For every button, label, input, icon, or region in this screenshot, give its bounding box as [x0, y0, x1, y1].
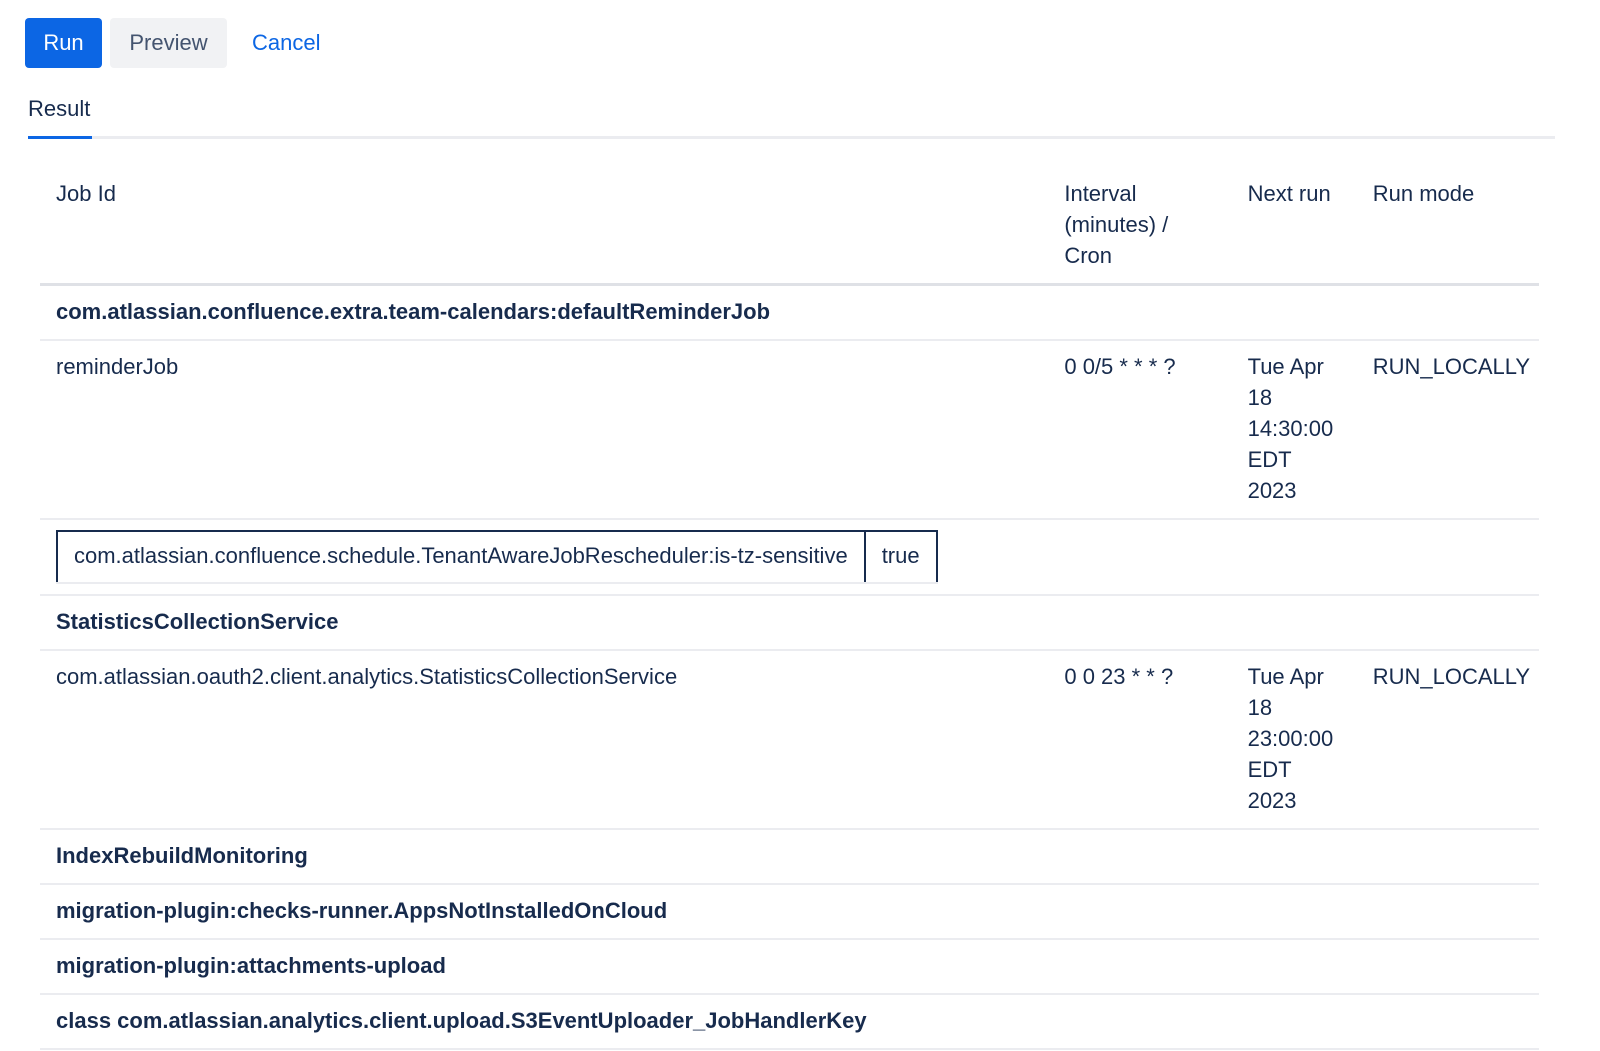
job-group-row: IndexRebuildMonitoring: [40, 829, 1539, 885]
next-run-line: 2023: [1247, 478, 1297, 503]
job-next-run-cell: Tue Apr 18 14:30:00 EDT 2023: [1231, 340, 1357, 520]
job-run-mode-cell: RUN_LOCALLY: [1356, 650, 1539, 830]
next-run-line: EDT: [1247, 757, 1292, 782]
tab-bar: Result: [28, 92, 1555, 139]
next-run-line: EDT: [1247, 447, 1292, 472]
job-group-title: class com.atlassian.analytics.client.upl…: [40, 994, 1539, 1050]
job-group-title: migration-plugin:checks-runner.AppsNotIn…: [40, 884, 1539, 940]
job-id-cell: reminderJob: [40, 340, 1049, 520]
job-group-row: migration-plugin:attachments-upload: [40, 939, 1539, 995]
job-group-title: StatisticsCollectionService: [40, 595, 1539, 651]
next-run-line: 14:30:00: [1247, 416, 1334, 441]
header-interval: Interval (minutes) / Cron: [1048, 170, 1232, 286]
job-row: reminderJob 0 0/5 * * * ? Tue Apr 18 14:…: [40, 340, 1539, 520]
job-interval-cell: 0 0 23 * * ?: [1048, 650, 1232, 830]
next-run-line: 18: [1247, 385, 1273, 410]
active-tab-indicator: [28, 136, 92, 139]
table-header-row: Job Id Interval (minutes) / Cron Next ru…: [40, 170, 1539, 286]
cancel-button[interactable]: Cancel: [235, 18, 337, 68]
job-params-table: com.atlassian.confluence.schedule.Tenant…: [56, 530, 938, 584]
header-next-run: Next run: [1231, 170, 1357, 286]
job-group-row: StatisticsCollectionService: [40, 595, 1539, 651]
header-interval-line1: Interval: [1064, 181, 1137, 206]
job-interval-cell: 0 0/5 * * * ?: [1048, 340, 1232, 520]
tab-result[interactable]: Result: [28, 96, 90, 134]
job-group-title: com.atlassian.confluence.extra.team-cale…: [40, 284, 1539, 341]
next-run-line: Tue Apr: [1247, 354, 1324, 379]
job-params-row: com.atlassian.confluence.schedule.Tenant…: [40, 519, 1539, 596]
job-id-cell: com.atlassian.oauth2.client.analytics.St…: [40, 650, 1049, 830]
jobs-table: Job Id Interval (minutes) / Cron Next ru…: [40, 170, 1539, 1050]
run-button[interactable]: Run: [25, 18, 102, 68]
param-key: com.atlassian.confluence.schedule.Tenant…: [56, 530, 866, 584]
header-interval-line3: Cron: [1064, 243, 1113, 268]
header-run-mode: Run mode: [1356, 170, 1539, 286]
preview-button[interactable]: Preview: [110, 18, 227, 68]
action-toolbar: Run Preview Cancel: [25, 18, 337, 68]
job-row: com.atlassian.oauth2.client.analytics.St…: [40, 650, 1539, 830]
job-group-row: migration-plugin:checks-runner.AppsNotIn…: [40, 884, 1539, 940]
tab-result-label: Result: [28, 96, 91, 121]
job-group-row: com.atlassian.confluence.extra.team-cale…: [40, 284, 1539, 341]
next-run-line: Tue Apr: [1247, 664, 1324, 689]
next-run-line: 23:00:00: [1247, 726, 1334, 751]
job-run-mode-cell: RUN_LOCALLY: [1356, 340, 1539, 520]
header-interval-line2: (minutes) /: [1064, 212, 1169, 237]
job-group-title: IndexRebuildMonitoring: [40, 829, 1539, 885]
job-next-run-cell: Tue Apr 18 23:00:00 EDT 2023: [1231, 650, 1357, 830]
job-group-row: class com.atlassian.analytics.client.upl…: [40, 994, 1539, 1050]
job-params-cell: com.atlassian.confluence.schedule.Tenant…: [40, 519, 1539, 596]
next-run-line: 18: [1247, 695, 1273, 720]
param-value: true: [863, 530, 938, 584]
param-row: com.atlassian.confluence.schedule.Tenant…: [56, 530, 938, 584]
header-job-id: Job Id: [40, 170, 1049, 286]
next-run-line: 2023: [1247, 788, 1297, 813]
job-group-title: migration-plugin:attachments-upload: [40, 939, 1539, 995]
